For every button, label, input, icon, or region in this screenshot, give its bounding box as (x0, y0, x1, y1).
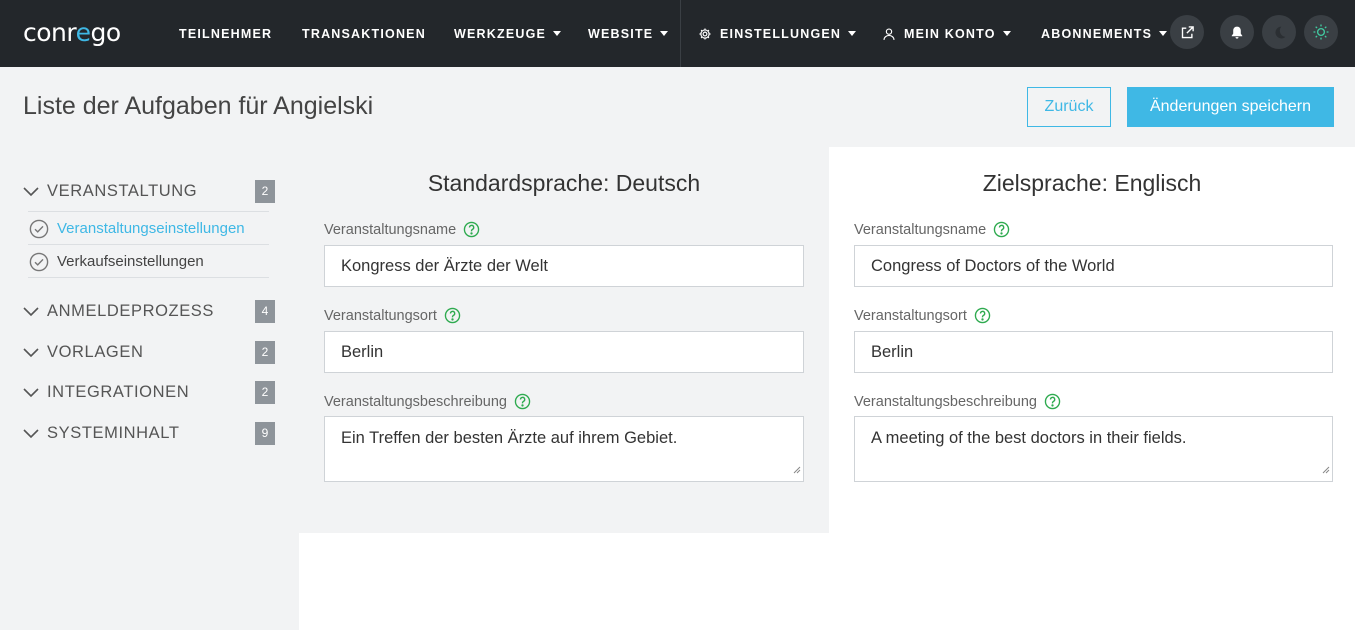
chevron-down-icon (23, 385, 39, 403)
source-language-heading: Standardsprache: Deutsch (427, 170, 701, 196)
caret-down-icon (848, 31, 857, 36)
source-event-description-textarea[interactable]: Ein Treffen der besten Ärzte auf ihrem G… (324, 416, 804, 482)
save-changes-button[interactable]: Änderungen speichern (1127, 87, 1334, 127)
nav-divider (680, 0, 681, 67)
nav-einstellungen[interactable]: EINSTELLUNGEN (698, 0, 857, 67)
page-title: Liste der Aufgaben für Angielski (23, 92, 374, 120)
count-badge: 2 (255, 380, 275, 404)
chevron-down-icon (23, 426, 39, 444)
bell-icon (1230, 25, 1244, 40)
sidebar-section-systeminhalt[interactable]: SYSTEMINHALT 9 (23, 418, 275, 448)
nav-mein-konto[interactable]: MEIN KONTO (882, 0, 1011, 67)
sidebar-section-integrationen[interactable]: INTEGRATIONEN 2 (23, 377, 275, 407)
external-link-icon (1180, 25, 1195, 40)
target-event-location-input[interactable]: Berlin (854, 331, 1333, 373)
sidebar-item-veranstaltungseinstellungen[interactable]: Veranstaltungseinstellungen (28, 212, 269, 245)
chevron-down-icon (23, 304, 39, 322)
moon-icon (1272, 25, 1287, 40)
target-event-description-textarea[interactable]: A meeting of the best doctors in their f… (854, 416, 1333, 482)
caret-down-icon (1002, 31, 1011, 36)
caret-down-icon (553, 31, 562, 36)
brand-logo[interactable]: conrego (23, 18, 121, 47)
target-language-heading: Zielsprache: Englisch (982, 170, 1202, 196)
help-icon[interactable] (1044, 393, 1061, 410)
field-label-description: Veranstaltungsbeschreibung (324, 393, 531, 410)
sidebar-section-anmeldeprozess[interactable]: ANMELDEPROZESS 4 (23, 296, 275, 326)
check-circle-icon (29, 219, 49, 244)
field-label-name: Veranstaltungsname (854, 221, 1010, 238)
sidebar-item-verkaufseinstellungen[interactable]: Verkaufseinstellungen (28, 245, 269, 278)
help-icon[interactable] (993, 221, 1010, 238)
field-label-location: Veranstaltungsort (324, 307, 461, 324)
chevron-down-icon (23, 184, 39, 202)
count-badge: 9 (255, 421, 275, 445)
count-badge: 4 (255, 299, 275, 323)
sidebar-section-veranstaltung[interactable]: VERANSTALTUNG 2 (23, 176, 275, 206)
field-label-name: Veranstaltungsname (324, 221, 480, 238)
caret-down-icon (1159, 31, 1168, 36)
source-event-location-input[interactable]: Berlin (324, 331, 804, 373)
external-link-button[interactable] (1170, 15, 1204, 49)
source-event-name-input[interactable]: Kongress der Ärzte der Welt (324, 245, 804, 287)
help-icon[interactable] (463, 221, 480, 238)
nav-werkzeuge[interactable]: WERKZEUGE (454, 0, 562, 67)
content-background (299, 533, 1355, 630)
target-language-panel: Zielsprache: Englisch Veranstaltungsname… (829, 147, 1355, 533)
field-label-location: Veranstaltungsort (854, 307, 991, 324)
count-badge: 2 (255, 340, 275, 364)
notifications-button[interactable] (1220, 15, 1254, 49)
count-badge: 2 (255, 179, 275, 203)
nav-abonnements[interactable]: ABONNEMENTS (1041, 0, 1168, 67)
resize-handle-icon[interactable] (793, 460, 801, 479)
nav-website[interactable]: WEBSITE (588, 0, 669, 67)
sidebar-section-vorlagen[interactable]: VORLAGEN 2 (23, 337, 275, 367)
nav-transaktionen[interactable]: TRANSAKTIONEN (302, 0, 426, 67)
help-icon[interactable] (974, 307, 991, 324)
help-icon[interactable] (514, 393, 531, 410)
field-label-description: Veranstaltungsbeschreibung (854, 393, 1061, 410)
dark-mode-button[interactable] (1262, 15, 1296, 49)
chevron-down-icon (23, 345, 39, 363)
nav-teilnehmer[interactable]: TEILNEHMER (179, 0, 272, 67)
top-navbar: conrego TEILNEHMER TRANSAKTIONEN WERKZEU… (0, 0, 1355, 67)
target-event-name-input[interactable]: Congress of Doctors of the World (854, 245, 1333, 287)
user-icon (882, 27, 896, 41)
source-language-panel: Standardsprache: Deutsch Veranstaltungsn… (299, 147, 829, 533)
sun-icon (1312, 23, 1330, 41)
check-circle-icon (29, 252, 49, 277)
back-button[interactable]: Zurück (1027, 87, 1111, 127)
gear-icon (698, 27, 712, 41)
help-icon[interactable] (444, 307, 461, 324)
light-mode-button[interactable] (1304, 15, 1338, 49)
caret-down-icon (660, 31, 669, 36)
resize-handle-icon[interactable] (1322, 460, 1330, 479)
